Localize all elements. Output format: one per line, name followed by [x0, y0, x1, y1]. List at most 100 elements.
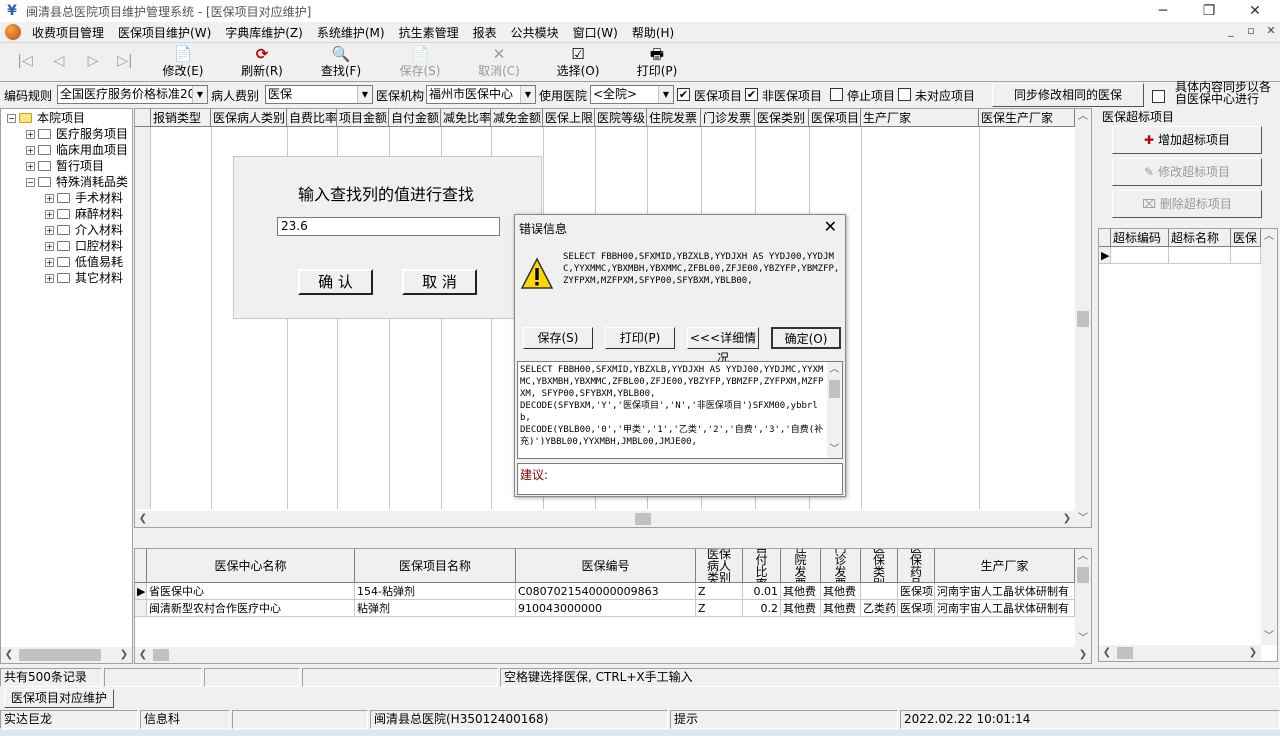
table-cell[interactable]: 其他费 [821, 583, 861, 600]
expand-icon[interactable]: + [45, 257, 54, 267]
mdi-tab[interactable]: 医保项目对应维护 [4, 689, 115, 708]
expand-icon[interactable]: + [26, 161, 35, 171]
detail-grid-hscroll[interactable]: ❮ ❯ [135, 647, 1091, 663]
main-grid-vscroll[interactable]: ︿ ﹀ [1075, 109, 1091, 527]
add-over-limit-button[interactable]: ✚ 增加超标项目 [1112, 126, 1262, 154]
error-print-button[interactable]: 打印(P) [605, 327, 675, 349]
tree-item[interactable]: + 其它材料 [45, 270, 123, 286]
error-detail-text[interactable]: SELECT FBBH00,SFXMID,YBZXLB,YYDJXH AS YY… [517, 361, 843, 459]
detail-vscroll[interactable]: ︿ ﹀ [827, 362, 842, 458]
scroll-up-icon[interactable]: ︿ [1075, 109, 1091, 125]
next-record-icon[interactable]: ▷ [84, 53, 102, 71]
menu-item-reports[interactable]: 报表 [466, 24, 504, 41]
scroll-down-icon[interactable]: ﹀ [1075, 511, 1091, 527]
table-cell[interactable] [1231, 247, 1261, 264]
column-header[interactable]: 减免金额 [491, 109, 543, 127]
scroll-right-icon[interactable]: ❯ [1075, 647, 1091, 663]
expand-icon[interactable]: + [45, 225, 54, 235]
table-cell[interactable]: 医保项 [898, 600, 935, 617]
column-header[interactable]: 医保药品 [898, 549, 935, 583]
column-header[interactable]: 住院发票 [781, 549, 821, 583]
scroll-up-icon[interactable]: ︿ [1261, 229, 1277, 245]
mdi-restore-button[interactable]: ▫ [1242, 24, 1260, 40]
expand-icon[interactable]: + [26, 145, 35, 155]
print-button[interactable]: 🖶 打印(P) [625, 45, 689, 81]
mdi-minimize-button[interactable]: _ [1222, 24, 1240, 40]
column-header[interactable]: 医院等级 [595, 109, 647, 127]
collapse-icon[interactable]: − [7, 113, 16, 123]
edit-over-limit-button[interactable]: ✎ 修改超标项目 [1112, 158, 1262, 186]
save-button[interactable]: 📄 保存(S) [388, 45, 452, 81]
column-header[interactable]: 医保项目名称 [355, 549, 516, 583]
table-cell[interactable]: Z [696, 583, 743, 600]
column-header[interactable]: 医保生产厂家 [979, 109, 1075, 127]
error-details-button[interactable]: <<<详细情况 [687, 327, 759, 365]
scroll-left-icon[interactable]: ❮ [135, 511, 151, 527]
column-header[interactable]: 医保 [1231, 229, 1261, 247]
prev-record-icon[interactable]: ◁ [50, 53, 68, 71]
menu-item-help[interactable]: 帮助(H) [625, 24, 681, 41]
scroll-thumb[interactable] [1077, 567, 1089, 583]
scroll-left-icon[interactable]: ❮ [135, 647, 151, 663]
table-cell[interactable]: 省医保中心 [147, 583, 355, 600]
scroll-left-icon[interactable]: ❮ [1, 647, 17, 663]
tree-item[interactable]: + 医疗服务项目 [26, 126, 128, 142]
code-rule-select[interactable]: 全国医疗服务价格标准20 ▼ [57, 85, 208, 104]
column-header[interactable]: 医保项目 [809, 109, 861, 127]
hospital-select[interactable]: <全院> ▼ [590, 85, 674, 104]
column-header[interactable]: 医保类别 [755, 109, 809, 127]
tree-item[interactable]: + 手术材料 [45, 190, 123, 206]
scroll-right-icon[interactable]: ❯ [1059, 511, 1075, 527]
scroll-thumb[interactable] [1077, 311, 1089, 327]
table-cell[interactable]: 其他费 [781, 583, 821, 600]
over-limit-hscroll[interactable]: ❮ ❯ [1099, 645, 1261, 661]
find-confirm-button[interactable]: 确 认 [298, 269, 373, 295]
sync-update-button[interactable]: 同步修改相同的医保 [992, 83, 1144, 107]
scroll-thumb[interactable] [1117, 647, 1133, 659]
find-cancel-button[interactable]: 取 消 [402, 269, 477, 295]
expand-icon[interactable]: + [45, 193, 54, 203]
delete-over-limit-button[interactable]: ⌧ 删除超标项目 [1112, 190, 1262, 218]
suggestion-box[interactable]: 建议: [517, 463, 843, 495]
table-cell[interactable]: 0.2 [743, 600, 781, 617]
menu-item-window[interactable]: 窗口(W) [566, 24, 625, 41]
table-cell[interactable] [1111, 247, 1169, 264]
table-cell[interactable]: 粘弹剂 [355, 600, 516, 617]
find-button[interactable]: 🔍 查找(F) [309, 45, 373, 81]
scroll-down-icon[interactable]: ﹀ [1075, 631, 1091, 647]
expand-icon[interactable]: + [45, 273, 54, 283]
tree-item[interactable]: + 暂行项目 [26, 158, 104, 174]
table-cell[interactable]: 154-粘弹剂 [355, 583, 516, 600]
table-cell[interactable]: 其他费 [781, 600, 821, 617]
column-header[interactable]: 门诊发票 [701, 109, 755, 127]
menu-item-fee-items[interactable]: 收费项目管理 [25, 24, 111, 41]
scroll-right-icon[interactable]: ❯ [1245, 645, 1261, 661]
detail-grid-vscroll[interactable]: ︿ ﹀ [1075, 549, 1091, 647]
edit-button[interactable]: 📄 修改(E) [151, 45, 215, 81]
column-header[interactable]: 医保病人类别 [211, 109, 287, 127]
error-save-button[interactable]: 保存(S) [523, 327, 593, 349]
table-cell[interactable]: C0807021540000009863 [516, 583, 696, 600]
tree-item[interactable]: + 介入材料 [45, 222, 123, 238]
scroll-down-icon[interactable]: ﹀ [827, 442, 842, 458]
scroll-up-icon[interactable]: ︿ [827, 362, 842, 378]
table-cell[interactable]: 乙类药 [861, 600, 898, 617]
restore-button[interactable]: ❐ [1186, 0, 1232, 22]
column-header[interactable]: 自付金额 [389, 109, 441, 127]
table-cell[interactable] [1169, 247, 1231, 264]
menu-item-antibiotics[interactable]: 抗生素管理 [392, 24, 466, 41]
non-insured-checkbox[interactable]: ✔ [745, 88, 758, 101]
column-header[interactable]: 超标编码 [1111, 229, 1169, 247]
scroll-thumb[interactable] [153, 649, 169, 661]
column-header[interactable]: 自付比率 [743, 549, 781, 583]
column-header[interactable]: 医保上限 [543, 109, 595, 127]
column-header[interactable]: 自费比率 [287, 109, 337, 127]
menu-item-insurance[interactable]: 医保项目维护(W) [111, 24, 218, 41]
column-header[interactable]: 生产厂家 [935, 549, 1075, 583]
sync-detail-checkbox[interactable] [1152, 90, 1165, 103]
scroll-up-icon[interactable]: ︿ [1075, 549, 1091, 565]
table-cell[interactable]: 0.01 [743, 583, 781, 600]
tree-item[interactable]: + 麻醉材料 [45, 206, 123, 222]
table-cell[interactable]: 医保项 [898, 583, 935, 600]
patient-fee-select[interactable]: 医保 ▼ [265, 85, 373, 104]
